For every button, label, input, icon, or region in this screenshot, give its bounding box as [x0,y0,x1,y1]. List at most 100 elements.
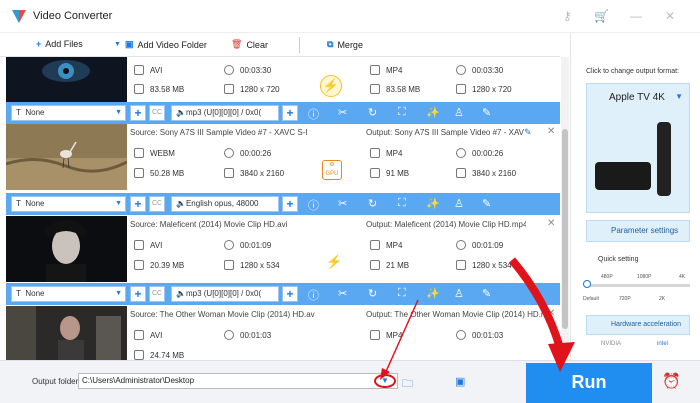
crop-icon[interactable]: ⛶ [398,197,406,210]
clear-button[interactable]: 🗑 Clear [231,39,268,50]
subtitle-select[interactable]: T None ▼ [11,286,126,302]
add-subtitle-button[interactable]: + [130,105,146,121]
list-item[interactable]: Source: The Other Woman Movie Clip (2014… [6,306,560,360]
title-bar: Video Converter ⚷ 🛒 — ✕ [0,0,700,33]
resolution-icon [456,260,466,270]
quick-setting-label: Quick setting [598,256,639,263]
audio-select[interactable]: 🔈English opus, 48000 [171,196,279,212]
src-format: AVI [134,65,162,75]
plus-icon: + [36,39,42,49]
folder-icon [370,168,380,178]
minimize-icon[interactable]: — [630,9,642,23]
audio-select[interactable]: 🔈mp3 (U[0][0][0] / 0x0( [171,105,279,121]
item-control-bar: T None ▼ + CC 🔈mp3 (U[0][0][0] / 0x0( + ⓘ… [6,102,560,124]
item-control-bar: T None ▼ + CC 🔈English opus, 48000 + ⓘ ✂ … [6,193,560,215]
info-icon[interactable]: ⓘ [308,106,319,122]
remove-item-icon[interactable]: ✕ [547,218,555,229]
merge-output-icon[interactable]: ▣ [455,375,465,388]
quality-slider-track[interactable] [586,284,690,287]
tick-default: Default [583,296,599,302]
cc-button[interactable]: CC [149,105,165,121]
subtitle-select[interactable]: T None ▼ [11,105,126,121]
format-icon [370,240,380,250]
add-subtitle-button[interactable]: + [130,196,146,212]
out-duration: 00:01:09 [456,240,503,250]
run-button[interactable]: Run [526,363,652,403]
src-size-value: 24.74 MB [150,350,185,360]
crop-icon[interactable]: ⛶ [398,106,406,119]
edit-icon[interactable]: ✎ [482,106,491,119]
lightning-icon: ⚡ [320,75,342,97]
rotate-icon[interactable]: ↻ [368,287,377,300]
gpu-badge-icon: ⚙ GPU [322,160,342,180]
clock-icon [224,240,234,250]
edit-icon[interactable]: ✎ [482,197,491,210]
effects-icon[interactable]: ✨ [426,197,440,210]
list-scrollbar[interactable] [561,57,569,360]
output-folder-dropdown[interactable]: ▼ [374,374,396,388]
open-folder-icon[interactable]: 🗀 [402,375,413,394]
list-item[interactable]: Source: Sony A7S III Sample Video #7 - X… [6,124,560,190]
out-res-value: 3840 x 2160 [472,168,517,178]
quality-slider-knob[interactable] [583,280,591,288]
cc-button[interactable]: CC [149,196,165,212]
source-title: Source: The Other Woman Movie Clip (2014… [130,310,315,319]
effects-icon[interactable]: ✨ [426,106,440,119]
watermark-icon[interactable]: ♙ [454,287,464,300]
crop-icon[interactable]: ⛶ [398,287,406,300]
add-audio-button[interactable]: + [282,196,298,212]
output-format-selector[interactable]: Apple TV 4K ▼ [586,83,690,213]
effects-icon[interactable]: ✨ [426,287,440,300]
out-duration: 00:01:03 [456,330,503,340]
hardware-acceleration-button[interactable]: Hardware acceleration [586,315,690,335]
cart-icon[interactable]: 🛒 [594,9,609,23]
merge-button[interactable]: ⧉ Merge [327,39,363,50]
src-duration-value: 00:01:03 [240,330,272,340]
watermark-icon[interactable]: ♙ [454,106,464,119]
list-item[interactable]: Source: Maleficent (2014) Movie Clip HD.… [6,216,560,282]
video-thumbnail [6,124,127,190]
folder-icon [134,168,144,178]
add-subtitle-button[interactable]: + [130,286,146,302]
chevron-down-icon: ▼ [115,290,122,297]
scissors-icon[interactable]: ✂ [338,106,347,119]
audio-select[interactable]: 🔈mp3 (U[0][0][0] / 0x0( [171,286,279,302]
convert-arrow: ⚙ GPU [310,124,354,190]
output-folder-input[interactable]: C:\Users\Administrator\Desktop [78,373,398,389]
parameter-settings-button[interactable]: Parameter settings [586,220,690,242]
scissors-icon[interactable]: ✂ [338,197,347,210]
alarm-clock-icon[interactable]: ⏰ [662,372,681,390]
scissors-icon[interactable]: ✂ [338,287,347,300]
rotate-icon[interactable]: ↻ [368,197,377,210]
subtitle-select[interactable]: T None ▼ [11,196,126,212]
list-item[interactable]: AVI 00:03:30 83.58 MB 1280 x 720 ⚡ MP4 0… [6,57,560,102]
cc-button[interactable]: CC [149,286,165,302]
key-icon[interactable]: ⚷ [563,9,572,23]
info-icon[interactable]: ⓘ [308,287,319,303]
remove-item-icon[interactable]: ✕ [547,308,555,319]
clock-icon [456,330,466,340]
format-icon [370,148,380,158]
scrollbar-thumb[interactable] [562,129,568,329]
watermark-icon[interactable]: ♙ [454,197,464,210]
src-duration-value: 00:03:30 [240,65,272,75]
close-window-icon[interactable]: ✕ [665,9,675,23]
src-duration-value: 00:01:09 [240,240,272,250]
clock-icon [456,65,466,75]
edit-icon[interactable]: ✎ [482,287,491,300]
add-files-button[interactable]: + Add Files [36,39,83,49]
format-icon [370,65,380,75]
output-format-panel: Click to change output format: Apple TV … [570,33,700,360]
click-to-change-label: Click to change output format: [586,68,679,75]
rotate-icon[interactable]: ↻ [368,106,377,119]
audio-value: mp3 (U[0][0][0] / 0x0( [185,108,262,117]
info-icon[interactable]: ⓘ [308,197,319,213]
edit-output-name-icon[interactable]: ✎ [524,127,532,138]
speaker-icon: 🔈 [176,108,186,117]
add-audio-button[interactable]: + [282,105,298,121]
remove-item-icon[interactable]: ✕ [547,126,555,137]
add-audio-button[interactable]: + [282,286,298,302]
add-video-folder-button[interactable]: ▼ ▣ Add Video Folder [114,39,207,50]
format-icon [134,65,144,75]
src-format-value: AVI [150,65,163,75]
